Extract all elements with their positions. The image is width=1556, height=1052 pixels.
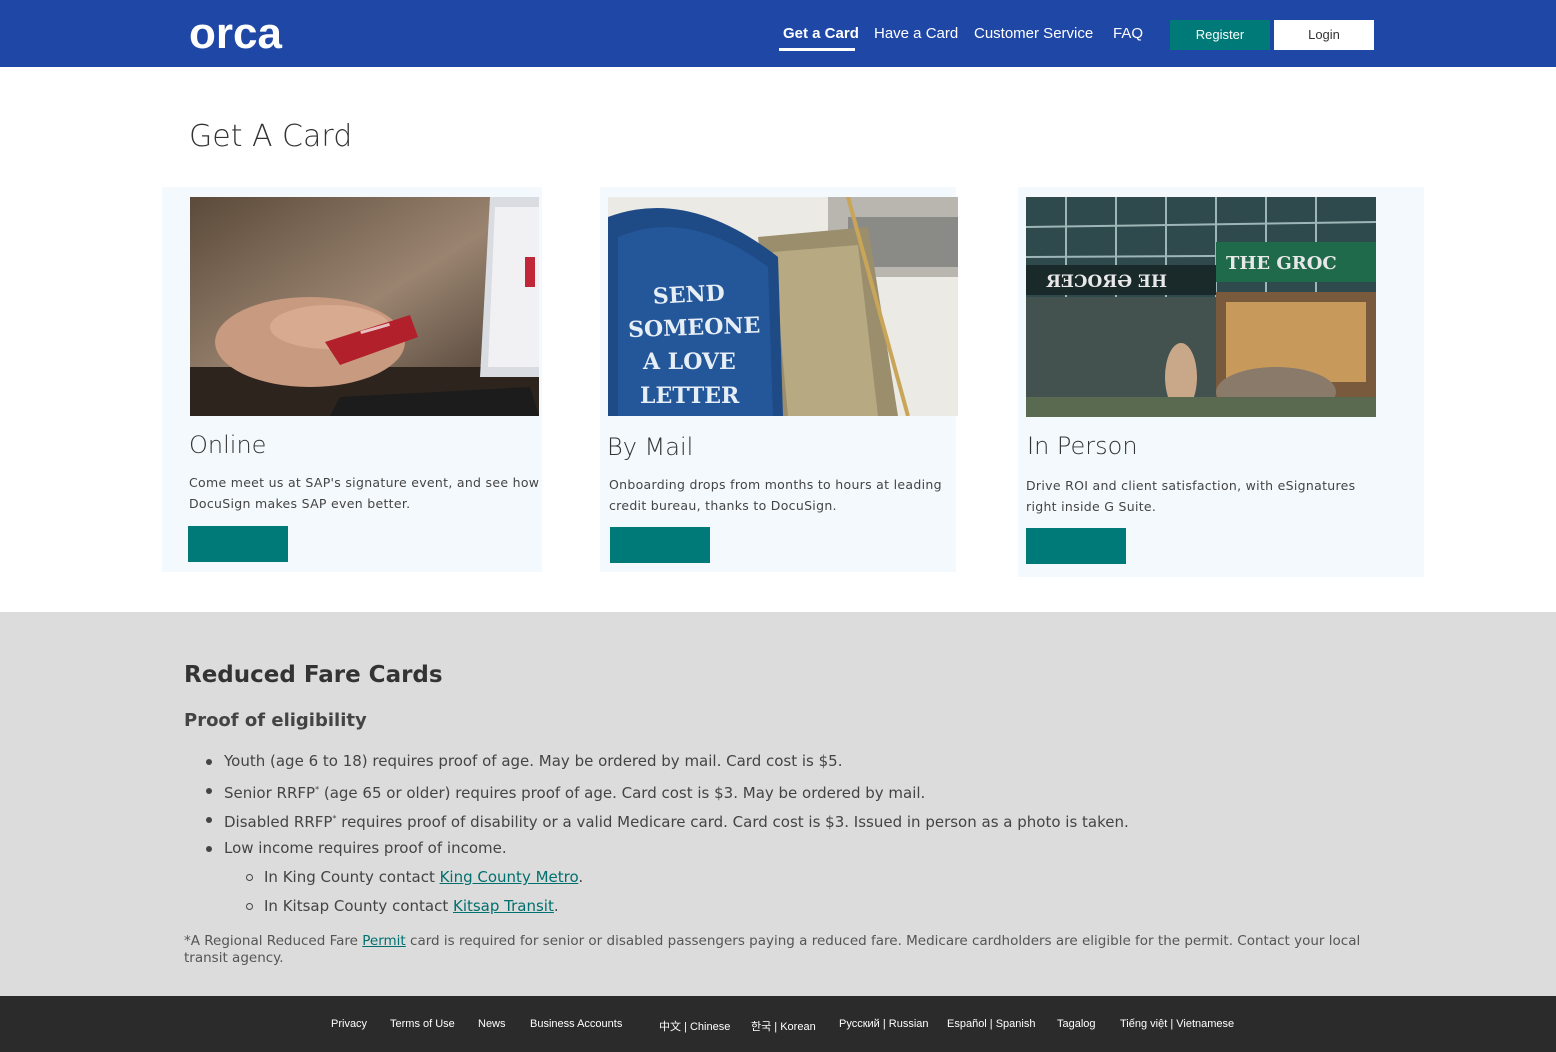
footnote-star: * [315, 785, 320, 794]
disabled-prefix: Disabled RRFP [224, 813, 333, 831]
card-person-title: In Person [1027, 432, 1138, 460]
nav-customer-service[interactable]: Customer Service [974, 25, 1093, 42]
footer-business-accounts-link[interactable]: Business Accounts [530, 1018, 622, 1030]
kitsap-transit-link[interactable]: Kitsap Transit [453, 897, 554, 915]
card-online-image [190, 197, 539, 416]
card-person-image: ЯƎƆOЯӘ ƎH THE GROC [1026, 197, 1376, 417]
footer-lang-vietnamese[interactable]: Tiếng việt | Vietnamese [1120, 1018, 1234, 1030]
reduced-fare-subtitle: Proof of eligibility [184, 710, 367, 731]
senior-text: (age 65 or older) requires proof of age.… [323, 784, 926, 802]
footer-privacy-link[interactable]: Privacy [331, 1018, 367, 1030]
footer-lang-korean[interactable]: 한국 | Korean [751, 1018, 816, 1034]
footer-lang-chinese[interactable]: 中文 | Chinese [659, 1018, 730, 1034]
period: . [578, 868, 584, 886]
svg-text:ЯƎƆOЯӘ ƎH: ЯƎƆOЯӘ ƎH [1046, 272, 1167, 292]
list-item-disabled: Disabled RRFP* requires proof of disabil… [224, 806, 1129, 835]
footnote-star: * [332, 814, 337, 823]
card-online-title: Online [189, 431, 267, 459]
card-online-button[interactable] [188, 526, 288, 562]
card-person-description: Drive ROI and client satisfaction, with … [1026, 478, 1356, 514]
list-item-king-county: In King County contact King County Metro… [264, 864, 583, 890]
senior-prefix: Senior RRFP [224, 784, 316, 802]
bullet-dot [206, 788, 212, 794]
register-button[interactable]: Register [1170, 20, 1270, 50]
nav-faq[interactable]: FAQ [1113, 25, 1143, 42]
login-button[interactable]: Login [1274, 20, 1374, 50]
bullet-circle [246, 903, 253, 910]
list-item-youth: Youth (age 6 to 18) requires proof of ag… [224, 752, 843, 770]
period: . [553, 897, 559, 915]
king-county-prefix: In King County contact [264, 868, 440, 886]
card-online-description: Come meet us at SAP's signature event, a… [189, 475, 540, 511]
bullet-dot [206, 846, 212, 852]
list-item-senior: Senior RRFP* (age 65 or older) requires … [224, 777, 925, 806]
nav-active-underline [779, 48, 855, 51]
card-mail-button[interactable] [610, 527, 710, 563]
orca-logo[interactable]: orca [189, 10, 282, 58]
permit-link[interactable]: Permit [362, 933, 405, 949]
card-person-button[interactable] [1026, 528, 1126, 564]
footer-terms-link[interactable]: Terms of Use [390, 1018, 455, 1030]
bullet-dot [206, 759, 212, 765]
page-title: Get A Card [189, 119, 353, 154]
footer-lang-tagalog[interactable]: Tagalog [1057, 1018, 1096, 1030]
svg-text:A LOVE: A LOVE [642, 349, 736, 375]
card-mail-title: By Mail [607, 433, 694, 461]
bullet-circle [246, 874, 253, 881]
nav-get-a-card[interactable]: Get a Card [783, 25, 859, 42]
reduced-fare-title: Reduced Fare Cards [184, 662, 443, 688]
svg-text:SOMEONE: SOMEONE [628, 312, 761, 343]
king-county-metro-link[interactable]: King County Metro [440, 868, 579, 886]
reduced-fare-footnote: *A Regional Reduced Fare Permit card is … [184, 933, 1364, 967]
svg-text:LETTER: LETTER [640, 383, 740, 409]
footer-news-link[interactable]: News [478, 1018, 506, 1030]
bullet-dot [206, 817, 212, 823]
note-prefix: *A Regional Reduced Fare [184, 933, 363, 949]
footer-lang-russian[interactable]: Русский | Russian [839, 1018, 929, 1030]
disabled-text: requires proof of disability or a valid … [341, 813, 1129, 831]
list-item-low-income: Low income requires proof of income. [224, 839, 507, 857]
card-mail-description: Onboarding drops from months to hours at… [609, 477, 942, 513]
svg-text:THE GROC: THE GROC [1226, 253, 1337, 274]
list-item-kitsap-county: In Kitsap County contact Kitsap Transit. [264, 893, 559, 919]
nav-have-a-card[interactable]: Have a Card [874, 25, 958, 42]
kitsap-county-prefix: In Kitsap County contact [264, 897, 453, 915]
card-mail-image: SEND SOMEONE A LOVE LETTER [608, 197, 958, 416]
footer-lang-spanish[interactable]: Español | Spanish [947, 1018, 1035, 1030]
svg-text:SEND: SEND [652, 280, 725, 310]
